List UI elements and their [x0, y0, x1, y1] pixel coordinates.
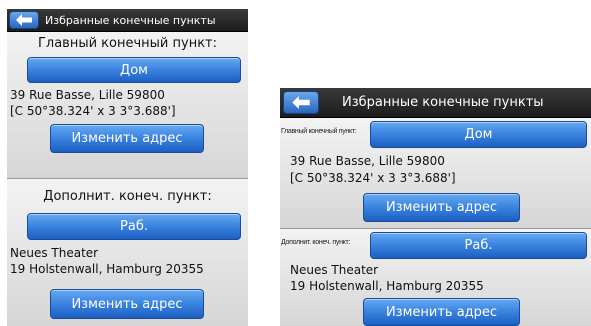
- screen-portrait: Избранные конечные пункты Главный конечн…: [7, 9, 248, 326]
- work-button[interactable]: Раб.: [370, 232, 587, 259]
- secondary-address-line2: 19 Holstenwall, Hamburg 20355: [10, 262, 204, 276]
- primary-coordinates: [C 50°38.324' x 3 3°3.688']: [10, 104, 176, 118]
- primary-destination-panel: Главный конечный пункт: Дом 39 Rue Basse…: [280, 118, 591, 228]
- change-address-button[interactable]: Изменить адрес: [50, 124, 204, 153]
- back-arrow-icon: [16, 14, 32, 26]
- primary-coordinates: [C 50°38.324' x 3 3°3.688']: [290, 171, 456, 185]
- back-arrow-icon: [292, 96, 310, 109]
- page-title: Избранные конечные пункты: [342, 95, 544, 110]
- back-button[interactable]: [9, 11, 39, 29]
- primary-heading: Главный конечный пункт:: [37, 36, 218, 51]
- back-button[interactable]: [283, 91, 319, 114]
- secondary-address-line2: 19 Holstenwall, Hamburg 20355: [290, 279, 484, 293]
- change-address-button[interactable]: Изменить адрес: [363, 193, 520, 222]
- change-address-button[interactable]: Изменить адрес: [363, 298, 520, 326]
- primary-destination-panel: Главный конечный пункт: Дом 39 Rue Basse…: [7, 32, 248, 178]
- primary-address-line1: 39 Rue Basse, Lille 59800: [10, 88, 165, 102]
- home-button[interactable]: Дом: [370, 121, 587, 148]
- title-bar: Избранные конечные пункты: [7, 9, 248, 32]
- change-address-button[interactable]: Изменить адрес: [50, 289, 204, 319]
- home-button[interactable]: Дом: [27, 57, 241, 83]
- secondary-destination-panel: Дополнит. конеч. пункт: Раб. Neues Theat…: [280, 229, 591, 326]
- page-title: Избранные конечные пункты: [45, 13, 216, 27]
- title-bar: Избранные конечные пункты: [280, 88, 591, 118]
- secondary-heading: Дополнит. конеч. пункт:: [43, 189, 212, 204]
- primary-heading: Главный конечный пункт:: [281, 128, 357, 135]
- screen-landscape: Избранные конечные пункты Главный конечн…: [280, 88, 591, 326]
- secondary-address-line1: Neues Theater: [290, 263, 379, 277]
- secondary-destination-panel: Дополнит. конеч. пункт: Раб. Neues Theat…: [7, 179, 248, 326]
- primary-address-line1: 39 Rue Basse, Lille 59800: [290, 154, 445, 168]
- secondary-address-line1: Neues Theater: [10, 246, 99, 260]
- work-button[interactable]: Раб.: [27, 213, 241, 240]
- secondary-heading: Дополнит. конеч. пункт:: [281, 239, 351, 246]
